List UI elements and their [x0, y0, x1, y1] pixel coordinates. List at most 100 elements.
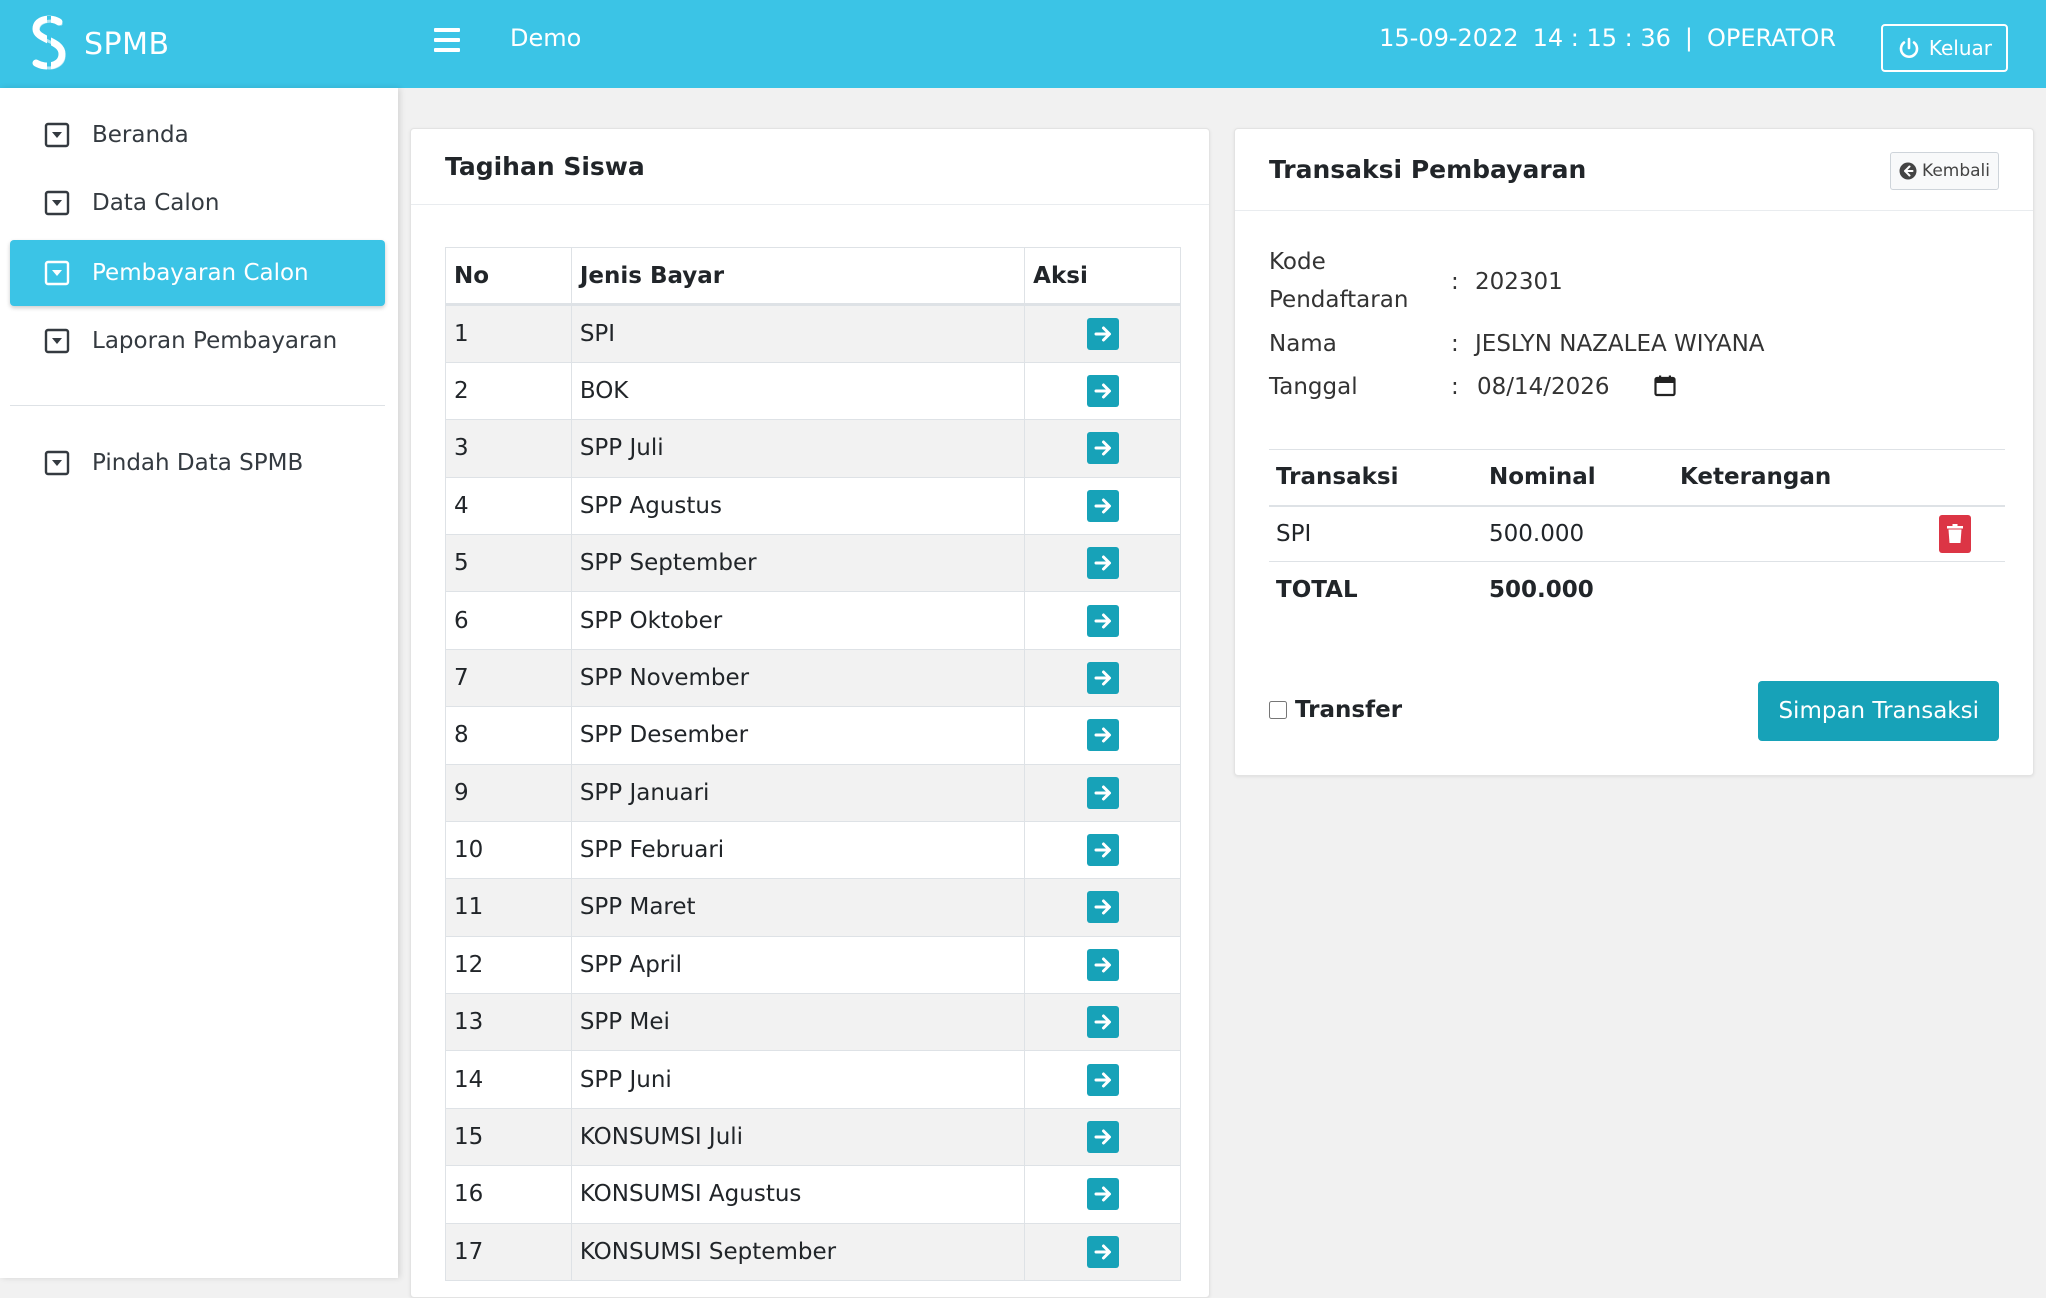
column-header-jenis: Jenis Bayar [570, 246, 1026, 307]
select-bill-button[interactable] [1086, 547, 1119, 580]
select-bill-button[interactable] [1086, 432, 1119, 465]
arrow-right-icon [1094, 1072, 1111, 1088]
school-name: Demo [510, 24, 582, 52]
calendar-icon[interactable] [1653, 374, 1677, 398]
select-bill-button[interactable] [1086, 318, 1119, 351]
back-button[interactable]: Kembali [1890, 152, 1999, 190]
arrow-circle-left-icon [1899, 162, 1917, 180]
table-row: 4 SPP Agustus [445, 476, 1181, 535]
nama-value: JESLYN NAZALEA WIYANA [1475, 331, 1765, 357]
table-row: 12 SPP April [445, 935, 1181, 995]
sidebar-item-laporan-pembayaran[interactable]: Laporan Pembayaran [10, 308, 385, 374]
transaksi-cell: SPI [1269, 505, 1482, 562]
arrow-right-icon [1094, 1244, 1111, 1260]
select-bill-button[interactable] [1086, 1235, 1119, 1268]
column-header-keterangan: Keterangan [1673, 449, 1905, 507]
table-row: 10 SPP Februari [445, 820, 1181, 880]
column-header-no: No [445, 246, 572, 307]
transaction-table: Transaksi Nominal Keterangan SPI 500.000 [1269, 449, 2005, 618]
column-header-transaksi: Transaksi [1269, 449, 1482, 507]
bill-action-cell [1024, 878, 1181, 937]
select-bill-button[interactable] [1086, 1063, 1119, 1096]
table-row: 6 SPP Oktober [445, 591, 1181, 650]
select-bill-button[interactable] [1086, 776, 1119, 809]
bill-no-cell: 5 [445, 533, 572, 593]
caret-square-down-icon [44, 260, 70, 286]
table-row: 9 SPP Januari [445, 763, 1181, 822]
spmb-logo-icon [32, 15, 66, 72]
menu-toggle-icon[interactable] [434, 28, 460, 52]
transfer-label: Transfer [1295, 697, 1403, 723]
bill-jenis-cell: BOK [570, 361, 1026, 421]
trash-icon [1947, 523, 1963, 543]
bill-action-cell [1024, 1107, 1181, 1167]
transfer-checkbox[interactable] [1269, 701, 1287, 719]
select-bill-button[interactable] [1086, 891, 1119, 924]
sidebar-item-pindah-data[interactable]: Pindah Data SPMB [10, 430, 385, 496]
bill-jenis-cell: KONSUMSI September [570, 1222, 1026, 1282]
table-header-row: No Jenis Bayar Aksi [445, 246, 1181, 307]
table-row: 17 KONSUMSI September [445, 1222, 1181, 1282]
bill-no-cell: 1 [445, 304, 572, 363]
delete-item-button[interactable] [1939, 514, 1971, 553]
select-bill-button[interactable] [1086, 948, 1119, 981]
bill-action-cell [1024, 763, 1181, 822]
nominal-cell: 500.000 [1482, 505, 1673, 562]
transaction-card: Transaksi Pembayaran Kembali Kode Pendaf… [1234, 128, 2034, 776]
sidebar-item-label: Pembayaran Calon [92, 260, 309, 286]
user-role: OPERATOR [1706, 24, 1836, 52]
bill-action-cell [1024, 820, 1181, 880]
bill-jenis-cell: SPP Desember [570, 706, 1026, 765]
select-bill-button[interactable] [1086, 1006, 1119, 1039]
kode-label: Kode Pendaftaran [1269, 249, 1409, 313]
bills-card-title: Tagihan Siswa [411, 129, 1209, 205]
select-bill-button[interactable] [1086, 489, 1119, 522]
arrow-right-icon [1094, 842, 1111, 858]
kode-value: 202301 [1475, 269, 1563, 295]
bill-action-cell [1024, 1222, 1181, 1282]
bill-no-cell: 4 [445, 476, 572, 535]
select-bill-button[interactable] [1086, 719, 1119, 752]
bill-jenis-cell: SPP Oktober [570, 591, 1026, 650]
table-row: 15 KONSUMSI Juli [445, 1107, 1181, 1167]
table-row: 14 SPP Juni [445, 1050, 1181, 1109]
select-bill-button[interactable] [1086, 374, 1119, 407]
tanggal-label: Tanggal [1269, 374, 1358, 400]
arrow-right-icon [1094, 326, 1111, 342]
logout-button[interactable]: Keluar [1880, 24, 2008, 72]
bill-jenis-cell: KONSUMSI Juli [570, 1107, 1026, 1167]
select-bill-button[interactable] [1086, 1178, 1119, 1211]
select-bill-button[interactable] [1086, 661, 1119, 694]
bill-action-cell [1024, 648, 1181, 708]
select-bill-button[interactable] [1086, 1121, 1119, 1154]
arrow-right-icon [1094, 555, 1111, 571]
select-bill-button[interactable] [1086, 834, 1119, 867]
bill-action-cell [1024, 935, 1181, 995]
current-date: 15-09-2022 [1379, 24, 1519, 52]
arrow-right-icon [1094, 1014, 1111, 1030]
sidebar-item-data-calon[interactable]: Data Calon [10, 170, 385, 236]
save-transaction-button[interactable]: Simpan Transaksi [1758, 681, 1999, 741]
sidebar-item-pembayaran-calon[interactable]: Pembayaran Calon [10, 240, 385, 306]
arrow-right-icon [1094, 899, 1111, 915]
table-row: 8 SPP Desember [445, 706, 1181, 765]
bill-jenis-cell: KONSUMSI Agustus [570, 1165, 1026, 1224]
bill-jenis-cell: SPP Juli [570, 419, 1026, 478]
bill-no-cell: 16 [445, 1165, 572, 1224]
transfer-checkbox-label[interactable]: Transfer [1269, 697, 1402, 723]
table-row: 1 SPI [445, 304, 1181, 363]
tanggal-colon: : [1451, 374, 1459, 400]
current-time: 14 : 15 : 36 [1532, 24, 1671, 52]
bill-jenis-cell: SPP Maret [570, 878, 1026, 937]
brand[interactable]: SPMB [26, 12, 170, 76]
column-header-nominal: Nominal [1482, 449, 1673, 507]
sidebar-item-beranda[interactable]: Beranda [10, 102, 385, 168]
arrow-right-icon [1094, 957, 1111, 973]
select-bill-button[interactable] [1086, 604, 1119, 637]
bill-jenis-cell: SPP November [570, 648, 1026, 708]
bill-jenis-cell: SPP Februari [570, 820, 1026, 880]
caret-square-down-icon [44, 450, 70, 476]
table-row: 16 KONSUMSI Agustus [445, 1165, 1181, 1224]
caret-square-down-icon [44, 190, 70, 216]
total-value: 500.000 [1482, 561, 1673, 618]
